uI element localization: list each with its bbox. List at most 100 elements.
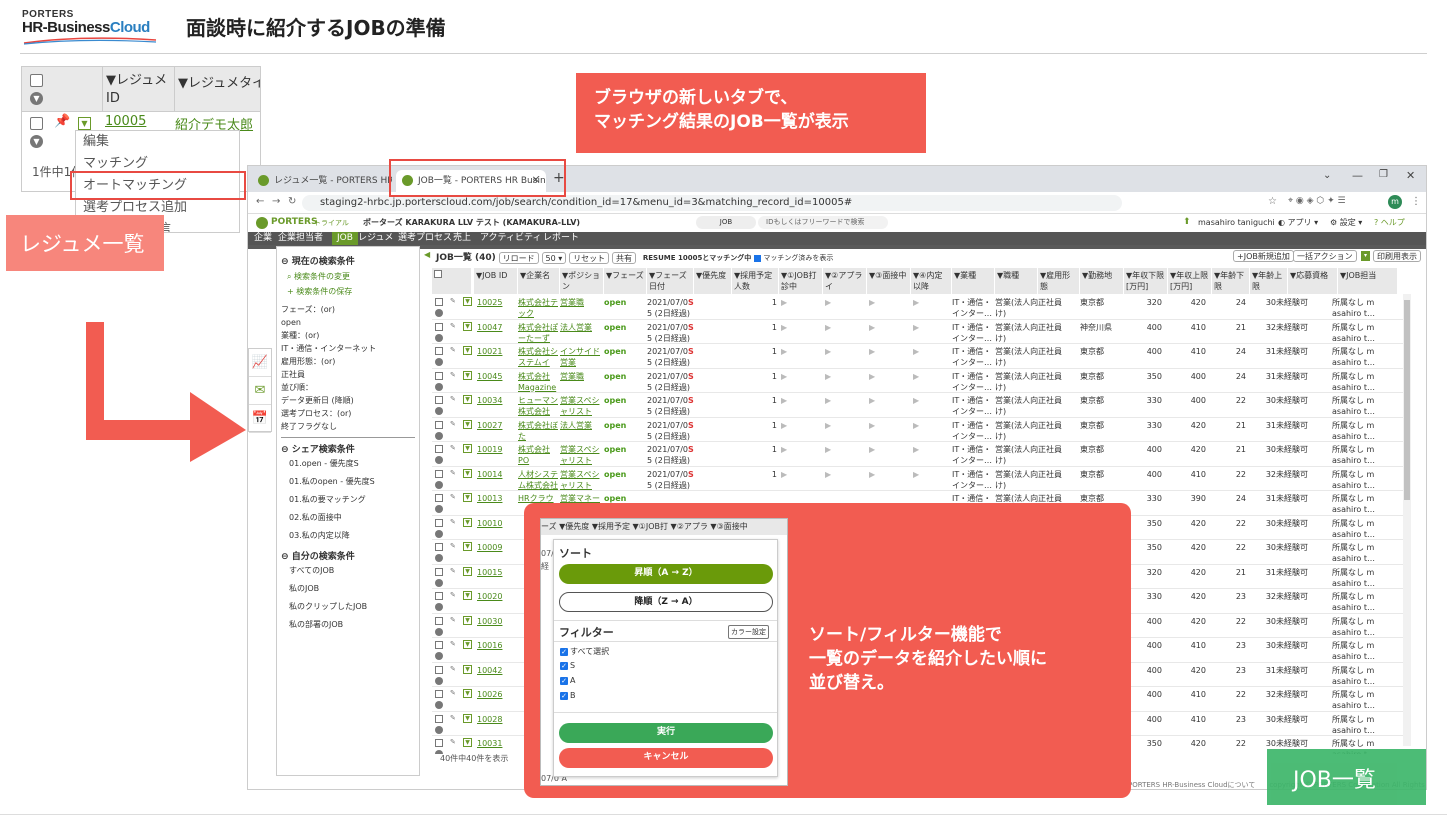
job-id-link[interactable]: 10027 — [477, 420, 517, 431]
my-item[interactable]: 私のJOB — [289, 580, 415, 598]
pin-icon[interactable]: ✎ — [450, 738, 456, 746]
row-dropdown-icon[interactable]: ▼ — [463, 395, 472, 404]
column-header[interactable]: ▼JOB担当 — [1338, 268, 1398, 294]
company-link[interactable]: 株式会社 PO — [518, 444, 560, 466]
row-dropdown-icon[interactable]: ▼ — [463, 517, 472, 527]
my-item[interactable]: 私のクリップしたJOB — [289, 598, 415, 616]
row-menu-icon[interactable]: ▼ — [30, 135, 43, 148]
pipeline-icon[interactable]: ▶ — [825, 371, 837, 382]
pipeline-icon[interactable]: ▶ — [869, 322, 881, 333]
position-link[interactable]: インサイド 営業 — [560, 346, 604, 368]
profile-avatar[interactable]: m — [1388, 195, 1402, 209]
pipeline-icon[interactable]: ▶ — [869, 444, 881, 455]
row-dropdown-icon[interactable]: ▼ — [463, 444, 472, 453]
user-name[interactable]: masahiro taniguchi — [1198, 218, 1275, 227]
pipeline-icon[interactable]: ▶ — [913, 420, 925, 431]
pin-icon[interactable]: ✎ — [450, 371, 456, 379]
pin-icon[interactable]: ✎ — [450, 493, 456, 501]
per-page-select[interactable]: 50 ▾ — [541, 251, 567, 264]
row-checkbox[interactable] — [435, 739, 443, 747]
column-header[interactable]: ▼年収下限[万円] — [1124, 268, 1168, 294]
chrome-menu-icon[interactable]: ⋮ — [1411, 196, 1421, 207]
pipeline-icon[interactable]: ▶ — [869, 346, 881, 357]
share-button[interactable]: 共有 — [612, 251, 636, 264]
table-scrollbar[interactable] — [1403, 294, 1411, 746]
pipeline-icon[interactable]: ▶ — [781, 346, 793, 357]
column-header[interactable]: ▼雇用形態 — [1038, 268, 1080, 294]
url-input[interactable]: staging2-hrbc.jp.porterscloud.com/job/se… — [302, 195, 1122, 211]
sort-asc-button[interactable]: 昇順（A → Z） — [559, 564, 773, 584]
job-id-link[interactable]: 10025 — [477, 297, 517, 308]
reload-button[interactable]: リロード — [498, 251, 539, 264]
row-dropdown-icon[interactable]: ▼ — [463, 542, 472, 551]
row-checkbox[interactable] — [435, 641, 443, 649]
filter-option-s[interactable]: ✓ S — [560, 661, 575, 670]
column-header[interactable]: ▼職種 — [995, 268, 1038, 294]
minimize-icon[interactable]: — — [1352, 169, 1363, 182]
pipeline-icon[interactable]: ▶ — [825, 297, 837, 308]
column-header[interactable]: ▼業種 — [952, 268, 995, 294]
pipeline-icon[interactable]: ▶ — [913, 371, 925, 382]
run-button[interactable]: 実行 — [559, 723, 773, 743]
pipeline-icon[interactable]: ▶ — [913, 297, 925, 308]
row-dropdown-icon[interactable]: ▼ — [463, 493, 472, 502]
row-menu-icon[interactable] — [435, 333, 443, 342]
pipeline-icon[interactable]: ▶ — [825, 322, 837, 333]
row-checkbox[interactable] — [435, 665, 443, 674]
cancel-button[interactable]: キャンセル — [559, 748, 773, 768]
row-dropdown-icon[interactable]: ▼ — [463, 713, 472, 723]
pin-icon[interactable]: ✎ — [450, 346, 456, 354]
row-checkbox[interactable] — [435, 469, 443, 478]
position-link[interactable]: 営業スペシ ャリスト — [560, 469, 604, 491]
column-header[interactable]: ▼採用予定人数 — [732, 268, 779, 294]
menu-edit[interactable]: 編集 — [76, 131, 239, 153]
row-dropdown-icon[interactable]: ▼ — [463, 419, 472, 429]
pin-icon[interactable]: ✎ — [450, 395, 456, 403]
maximize-icon[interactable]: ❐ — [1379, 169, 1388, 180]
column-header[interactable]: ▼企業名 — [518, 268, 560, 294]
col-resume-id[interactable]: ▼レジュメ ID — [106, 72, 172, 108]
job-id-link[interactable]: 10047 — [477, 322, 517, 333]
job-id-link[interactable]: 10021 — [477, 346, 517, 357]
select-all-checkbox[interactable] — [434, 270, 442, 278]
column-header[interactable]: ▼年齢上限 — [1250, 268, 1288, 294]
row-dropdown-icon[interactable]: ▼ — [463, 591, 472, 600]
row-menu-icon[interactable] — [435, 456, 443, 464]
bulk-action-button[interactable]: 一括アクション — [1293, 250, 1357, 262]
change-conditions-link[interactable]: ⌕ 検索条件の変更 — [287, 271, 415, 282]
row-checkbox[interactable] — [435, 445, 443, 453]
pin-icon[interactable]: ✎ — [450, 322, 456, 330]
pin-icon[interactable]: ✎ — [450, 297, 456, 305]
pin-icon[interactable]: ✎ — [450, 640, 456, 648]
job-id-link[interactable]: 10026 — [477, 689, 517, 700]
job-id-link[interactable]: 10013 — [477, 493, 517, 504]
column-header[interactable]: ▼応募資格 — [1288, 268, 1338, 294]
mail-icon[interactable]: ✉ — [249, 377, 271, 405]
row-checkbox[interactable] — [435, 298, 443, 306]
row-menu-icon[interactable] — [435, 578, 443, 587]
pipeline-icon[interactable]: ▶ — [869, 395, 881, 406]
pin-icon[interactable]: ✎ — [450, 689, 456, 697]
row-menu-icon[interactable] — [435, 431, 443, 440]
company-link[interactable]: ヒューマン 株式会社 — [518, 395, 560, 417]
company-link[interactable]: 株式会社ぽ ーたーず — [518, 322, 560, 344]
column-header[interactable]: ▼勤務地 — [1080, 268, 1124, 294]
checkbox-checked-icon[interactable]: ✓ — [560, 691, 568, 700]
job-id-link[interactable]: 10045 — [477, 371, 517, 382]
job-id-link[interactable]: 10016 — [477, 640, 517, 651]
row-menu-icon[interactable] — [435, 554, 443, 562]
row-checkbox[interactable] — [435, 371, 443, 380]
my-item[interactable]: すべてのJOB — [289, 562, 415, 580]
col-resume-title[interactable]: ▼レジュメタイ — [178, 72, 260, 91]
position-link[interactable]: 法人営業 — [560, 322, 604, 333]
pipeline-icon[interactable]: ▶ — [913, 346, 925, 357]
reload-icon[interactable]: ↻ — [288, 196, 296, 207]
pin-icon[interactable]: ✎ — [450, 469, 456, 477]
reset-button[interactable]: リセット — [569, 251, 610, 264]
pipeline-icon[interactable]: ▶ — [781, 420, 793, 431]
nav-job[interactable]: JOB — [332, 232, 358, 245]
row-checkbox[interactable] — [30, 117, 43, 130]
pin-icon[interactable]: ✎ — [450, 420, 456, 428]
column-header[interactable]: ▼④内定以降 — [911, 268, 952, 294]
position-link[interactable]: 営業職 — [560, 297, 604, 308]
